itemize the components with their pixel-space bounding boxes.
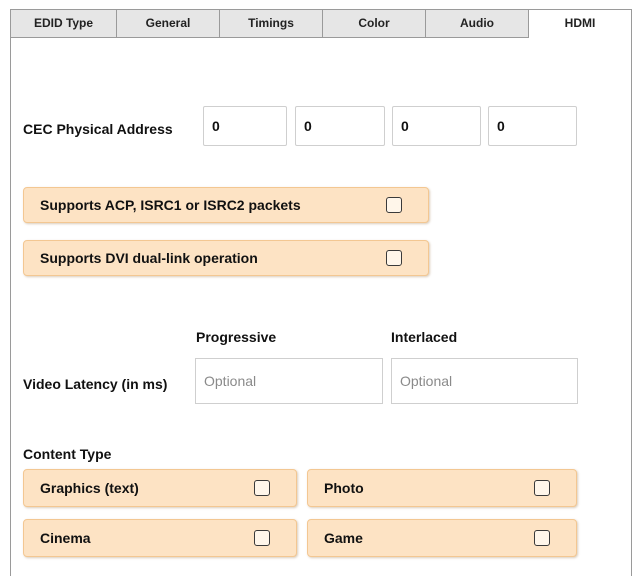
tab-bar: EDID Type General Timings Color Audio HD… xyxy=(11,10,631,38)
game-option-label: Game xyxy=(324,530,363,546)
graphics-checkbox[interactable] xyxy=(254,480,270,496)
dvi-dual-link-option-label: Supports DVI dual-link operation xyxy=(40,250,258,266)
progressive-label: Progressive xyxy=(196,329,277,345)
dvi-dual-link-option[interactable]: Supports DVI dual-link operation xyxy=(23,240,429,276)
graphics-option-label: Graphics (text) xyxy=(40,480,139,496)
content-type-cinema[interactable]: Cinema xyxy=(23,519,297,557)
acp-isrc-option[interactable]: Supports ACP, ISRC1 or ISRC2 packets xyxy=(23,187,429,223)
tab-edid-type[interactable]: EDID Type xyxy=(11,10,117,38)
game-checkbox[interactable] xyxy=(534,530,550,546)
photo-option-label: Photo xyxy=(324,480,364,496)
cinema-checkbox[interactable] xyxy=(254,530,270,546)
tab-timings[interactable]: Timings xyxy=(220,10,323,38)
tab-audio[interactable]: Audio xyxy=(426,10,529,38)
content-type-graphics[interactable]: Graphics (text) xyxy=(23,469,297,507)
cec-address-field-2[interactable]: 0 xyxy=(295,106,385,146)
photo-checkbox[interactable] xyxy=(534,480,550,496)
tab-color[interactable]: Color xyxy=(323,10,426,38)
content-type-game[interactable]: Game xyxy=(307,519,577,557)
hdmi-settings-panel: EDID Type General Timings Color Audio HD… xyxy=(10,9,632,576)
interlaced-latency-input[interactable] xyxy=(391,358,578,404)
cec-address-field-1[interactable]: 0 xyxy=(203,106,287,146)
interlaced-label: Interlaced xyxy=(391,329,458,345)
content-type-photo[interactable]: Photo xyxy=(307,469,577,507)
tab-hdmi[interactable]: HDMI xyxy=(529,10,631,38)
cec-address-field-3[interactable]: 0 xyxy=(392,106,481,146)
acp-isrc-checkbox[interactable] xyxy=(386,197,402,213)
cec-address-field-4[interactable]: 0 xyxy=(488,106,577,146)
progressive-latency-input[interactable] xyxy=(195,358,383,404)
tab-general[interactable]: General xyxy=(117,10,220,38)
cinema-option-label: Cinema xyxy=(40,530,91,546)
cec-physical-address-label: CEC Physical Address xyxy=(23,121,173,137)
content-type-heading: Content Type xyxy=(23,446,112,462)
dvi-dual-link-checkbox[interactable] xyxy=(386,250,402,266)
video-latency-label: Video Latency (in ms) xyxy=(23,376,168,392)
acp-isrc-option-label: Supports ACP, ISRC1 or ISRC2 packets xyxy=(40,197,301,213)
